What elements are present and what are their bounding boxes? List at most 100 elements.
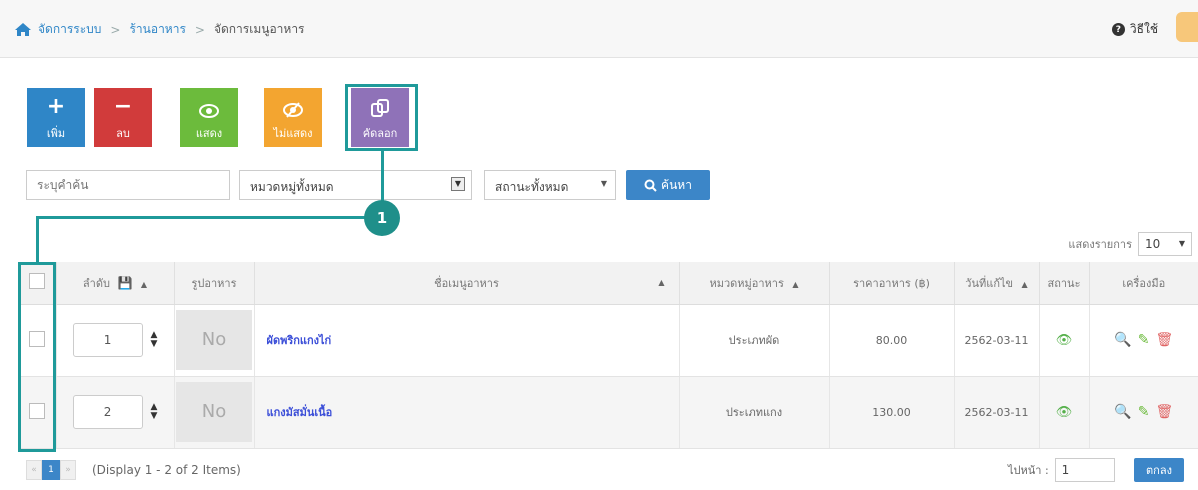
delete-button[interactable]: − ลบ [94,88,152,147]
no-image-placeholder: No [176,310,252,370]
next-page-button[interactable]: » [60,460,76,480]
column-header-name-label: ชื่อเมนูอาหาร [434,276,499,290]
search-button-label: ค้นหา [661,177,692,192]
breadcrumb-item-current: จัดการเมนูอาหาร [213,22,305,36]
order-input[interactable]: 2 [72,395,143,429]
order-cell: 2 ▲ ▼ [56,376,175,449]
sort-up-icon: ▲ [1021,279,1028,289]
column-header-image: รูปอาหาร [174,262,255,305]
plus-icon: + [46,94,66,119]
callout-line [381,150,384,202]
chevron-down-icon: ▼ [600,179,607,188]
breadcrumb-separator: > [110,22,121,37]
display-count: (Display 1 - 2 of 2 Items) [92,463,241,477]
tools-cell: 🔍 ✎ 🗑 [1089,304,1198,377]
date-cell: 2562-03-11 [954,376,1040,449]
breadcrumb-separator: > [194,22,205,37]
table-row: 1 ▲ ▼ No ผัดพริกแกงไก่ ประเภทผัด 80.00 25… [18,304,1198,377]
menu-name-link[interactable]: ผัดพริกแกงไก่ [254,304,680,377]
home-icon[interactable] [14,22,32,37]
save-icon[interactable]: 💾 [117,276,132,290]
go-button[interactable]: ตกลง [1134,458,1184,482]
table-header-row: ลำดับ 💾 ▲ รูปอาหาร ชื่อเมนูอาหาร ▲ หมวดห… [18,262,1198,305]
stepper-icon[interactable]: ▲ ▼ [151,403,158,421]
chevron-down-icon: ▼ [451,177,465,191]
add-button[interactable]: + เพิ่ม [27,88,85,147]
goto-page: ไปหน้า : 1 [1008,458,1115,482]
eye-slash-icon [264,88,322,118]
column-header-order[interactable]: ลำดับ 💾 ▲ [56,262,175,305]
help-label: วิธีใช้ [1129,22,1158,36]
callout-line [36,216,366,219]
table-row: 2 ▲ ▼ No แกงมัสมั่นเนื้อ ประเภทแกง 130.00… [18,376,1198,449]
eye-icon[interactable]: 👁 [1056,405,1073,420]
page-1-button[interactable]: 1 [42,460,60,480]
price-cell: 80.00 [829,304,955,377]
goto-label: ไปหน้า : [1008,464,1049,477]
pagination: « 1 » (Display 1 - 2 of 2 Items) [26,460,241,480]
show-button-label: แสดง [195,127,223,140]
search-icon[interactable]: 🔍 [1114,404,1131,420]
sort-up-icon: ▲ [140,279,148,289]
column-header-category[interactable]: หมวดหมู่อาหาร ▲ [679,262,830,305]
help-link[interactable]: ? วิธีใช้ [1111,20,1158,39]
delete-button-label: ลบ [116,127,130,140]
search-button[interactable]: ค้นหา [626,170,710,200]
price-cell: 130.00 [829,376,955,449]
callout-badge: 1 [364,200,400,236]
menu-table: ลำดับ 💾 ▲ รูปอาหาร ชื่อเมนูอาหาร ▲ หมวดห… [18,262,1198,449]
menu-management-page: จัดการระบบ > ร้านอาหาร > จัดการเมนูอาหาร… [0,0,1198,490]
category-cell: ประเภทผัด [679,304,830,377]
sort-up-icon: ▲ [658,278,665,287]
hide-button[interactable]: ไม่แสดง [264,88,322,147]
page-size: แสดงรายการ 10 ▼ [1068,232,1192,256]
search-icon [644,179,657,192]
trash-icon[interactable]: 🗑 [1155,404,1173,420]
keyword-input[interactable] [26,170,230,200]
stepper-icon[interactable]: ▲ ▼ [151,331,158,349]
search-icon[interactable]: 🔍 [1114,332,1131,348]
column-header-tools: เครื่องมือ [1089,262,1198,305]
category-cell: ประเภทแกง [679,376,830,449]
add-button-label: เพิ่ม [46,127,66,140]
copy-button-highlight [345,84,418,151]
status-select[interactable]: สถานะทั้งหมด ▼ [484,170,616,200]
image-cell: No [174,304,255,377]
breadcrumb: จัดการระบบ > ร้านอาหาร > จัดการเมนูอาหาร [14,20,305,39]
column-header-order-label: ลำดับ [82,276,110,290]
status-select-value: สถานะทั้งหมด [495,180,569,194]
goto-page-input[interactable]: 1 [1054,458,1115,482]
sort-up-icon: ▲ [792,279,799,289]
help-icon: ? [1111,23,1125,36]
status-cell: 👁 [1039,304,1090,377]
breadcrumb-item-system[interactable]: จัดการระบบ [38,20,101,39]
image-cell: No [174,376,255,449]
page-size-label: แสดงรายการ [1068,238,1132,251]
edit-icon[interactable]: ✎ [1138,332,1150,348]
edit-icon[interactable]: ✎ [1138,404,1150,420]
breadcrumb-bar: จัดการระบบ > ร้านอาหาร > จัดการเมนูอาหาร… [0,0,1198,58]
chevron-down-icon: ▼ [1178,239,1185,248]
menu-name-link[interactable]: แกงมัสมั่นเนื้อ [254,376,680,449]
callout-line [36,216,39,264]
column-header-status: สถานะ [1039,262,1090,305]
column-header-name[interactable]: ชื่อเมนูอาหาร ▲ [254,262,680,305]
no-image-placeholder: No [176,382,252,442]
date-cell: 2562-03-11 [954,304,1040,377]
page-size-value: 10 [1145,237,1161,251]
minus-icon: − [113,94,133,119]
show-button[interactable]: แสดง [180,88,238,147]
breadcrumb-item-restaurant[interactable]: ร้านอาหาร [129,20,185,39]
category-select-value: หมวดหมู่ทั้งหมด [250,180,334,194]
prev-page-button[interactable]: « [26,460,42,480]
category-select[interactable]: หมวดหมู่ทั้งหมด ▼ [239,170,472,200]
side-panel-tab[interactable] [1176,12,1198,42]
order-input[interactable]: 1 [72,323,143,357]
column-header-date-label: วันที่แก้ไข [965,276,1014,290]
column-header-price[interactable]: ราคาอาหาร (฿) [829,262,955,305]
page-size-select[interactable]: 10 ▼ [1138,232,1192,256]
trash-icon[interactable]: 🗑 [1155,332,1173,348]
eye-icon [180,88,238,118]
eye-icon[interactable]: 👁 [1056,333,1073,348]
column-header-date[interactable]: วันที่แก้ไข ▲ [954,262,1040,305]
